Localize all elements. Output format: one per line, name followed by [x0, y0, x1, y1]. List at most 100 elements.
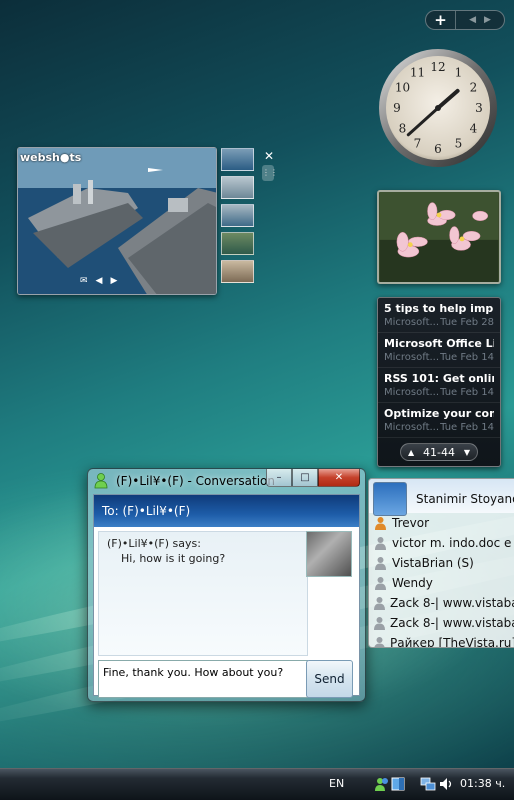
sidebar-tray-icon[interactable]: [390, 776, 406, 792]
feed-source: Microsoft...: [384, 387, 440, 398]
feed-date: Tue Feb 28: [440, 317, 494, 328]
triangle-right-icon[interactable]: ▶: [484, 15, 491, 25]
clock-numeral: 9: [393, 101, 401, 115]
my-status-header[interactable]: Stanimir Stoyanov: [369, 479, 514, 516]
clock-numeral: 2: [470, 81, 478, 95]
plus-icon[interactable]: +: [426, 11, 456, 29]
clock-gadget[interactable]: 12 12 3 45678 9 1011: [377, 47, 499, 169]
contact-item[interactable]: Райкер [TheVista.ru]: [369, 633, 514, 648]
contact-item[interactable]: victor m. indo.doc e: [369, 533, 514, 553]
contact-item[interactable]: Trevor: [369, 513, 514, 533]
triangle-left-icon[interactable]: ◀: [469, 15, 476, 25]
contact-display-picture[interactable]: [306, 531, 352, 577]
contact-rows: Trevor victor m. indo.doc e VistaBrian (S)…: [369, 513, 514, 648]
thumbnail[interactable]: [221, 148, 254, 171]
feed-title: Optimize your comp...: [384, 407, 494, 420]
taskbar: EN 01:38 ч.: [0, 768, 514, 800]
sidebar-nav: ◀ ▶: [456, 15, 504, 25]
triangle-up-icon[interactable]: ▲: [408, 448, 414, 457]
triangle-down-icon[interactable]: ▼: [464, 448, 470, 457]
thumbnail[interactable]: [221, 204, 254, 227]
next-icon[interactable]: ▶: [110, 276, 117, 286]
feed-source: Microsoft...: [384, 317, 440, 328]
minimize-button[interactable]: –: [266, 469, 292, 487]
contact-status-icon: [373, 636, 386, 647]
messenger-tray-icon[interactable]: [374, 776, 390, 792]
avatar[interactable]: [373, 482, 407, 516]
clock-numeral: 11: [410, 66, 425, 80]
feed-date: Tue Feb 14: [440, 387, 494, 398]
contact-name: Wendy: [392, 576, 433, 590]
contact-name: Райкер [TheVista.ru]: [390, 636, 514, 648]
conversation-body: To: (F)•Lil¥•(F) (F)•Lil¥•(F) says: Hi, …: [93, 494, 360, 698]
desktop: { "sidebar": { "add_gadget_icon": "plus-…: [0, 0, 514, 800]
clock-numeral: 10: [395, 81, 410, 95]
contact-name: Zack 8-| www.vistaba: [390, 616, 514, 630]
close-icon[interactable]: ✕: [262, 149, 276, 163]
volume-icon[interactable]: [438, 776, 454, 792]
feed-title: Microsoft Office Live...: [384, 337, 494, 350]
webshots-thumbnails: [221, 148, 254, 288]
contact-name: victor m. indo.doc e: [392, 536, 512, 550]
previous-icon[interactable]: ◀: [96, 276, 103, 286]
maximize-button[interactable]: □: [292, 469, 318, 487]
contact-list-window: Stanimir Stoyanov Trevor victor m. indo.d…: [368, 478, 514, 648]
messenger-buddy-icon: [94, 473, 108, 489]
feed-range: 41-44: [423, 445, 455, 459]
clock-numeral: 4: [470, 122, 478, 136]
contact-item[interactable]: Zack 8-| www.vistaba: [369, 613, 514, 633]
contact-name: Trevor: [392, 516, 429, 530]
mail-icon[interactable]: ✉: [80, 276, 88, 286]
clock-numeral: 3: [475, 101, 483, 115]
contact-item[interactable]: VistaBrian (S): [369, 553, 514, 573]
language-indicator[interactable]: EN: [329, 777, 344, 790]
contact-item[interactable]: Wendy: [369, 573, 514, 593]
taskbar-clock[interactable]: 01:38 ч.: [460, 777, 505, 790]
clock-numeral: 12: [430, 60, 445, 74]
slideshow-gadget[interactable]: [377, 190, 501, 284]
feed-source: Microsoft...: [384, 422, 440, 433]
window-buttons: – □ ✕: [266, 469, 360, 487]
to-bar: To: (F)•Lil¥•(F): [94, 495, 359, 527]
feed-item[interactable]: RSS 101: Get online ... Microsoft...Tue …: [378, 368, 500, 403]
contact-status-icon: [373, 576, 388, 591]
thumbnail[interactable]: [221, 260, 254, 283]
clock-numeral: 7: [414, 137, 422, 151]
window-title: (F)•Lil¥•(F) - Conversation: [116, 474, 275, 488]
message-text: Hi, how is it going?: [121, 552, 226, 565]
close-button[interactable]: ✕: [318, 469, 360, 487]
contact-name: VistaBrian (S): [392, 556, 474, 570]
drag-handle-icon[interactable]: ⋮⋮: [262, 165, 278, 181]
clock-numeral: 1: [455, 66, 463, 80]
feed-source: Microsoft...: [384, 352, 440, 363]
clock-numeral: 6: [434, 142, 442, 156]
webshots-controls: ✉ ◀ ▶: [80, 276, 117, 286]
feed-item[interactable]: Microsoft Office Live... Microsoft...Tue…: [378, 333, 500, 368]
feed-item[interactable]: 5 tips to help improv... Microsoft...Tue…: [378, 298, 500, 333]
clock-numeral: 8: [399, 122, 407, 136]
network-tray-icon[interactable]: [420, 776, 436, 792]
contact-item[interactable]: Zack 8-| www.vistaba: [369, 593, 514, 613]
contact-status-icon: [373, 616, 386, 631]
message-input[interactable]: Fine, thank you. How about you?: [98, 660, 308, 698]
contact-status-icon: [373, 596, 386, 611]
feed-headlines-gadget: 5 tips to help improv... Microsoft...Tue…: [377, 297, 501, 467]
send-button[interactable]: Send: [306, 660, 353, 698]
sidebar-controls: + ◀ ▶: [425, 10, 505, 30]
feed-title: RSS 101: Get online ...: [384, 372, 494, 385]
contact-status-icon: [373, 556, 388, 571]
webshots-gadget[interactable]: websh●ts ✉ ◀ ▶: [17, 147, 217, 295]
feed-date: Tue Feb 14: [440, 352, 494, 363]
webshots-logo: websh●ts: [20, 151, 82, 164]
thumbnail[interactable]: [221, 176, 254, 199]
message-sender: (F)•Lil¥•(F) says:: [107, 537, 201, 550]
feed-item[interactable]: Optimize your comp... Microsoft...Tue Fe…: [378, 403, 500, 438]
thumbnail[interactable]: [221, 232, 254, 255]
feed-title: 5 tips to help improv...: [384, 302, 494, 315]
feed-pager: ▲ 41-44 ▼: [400, 443, 478, 461]
message-history[interactable]: (F)•Lil¥•(F) says: Hi, how is it going?: [98, 531, 308, 656]
webshots-photo: [18, 148, 216, 294]
feed-date: Tue Feb 14: [440, 422, 494, 433]
my-display-name: Stanimir Stoyanov: [416, 492, 514, 506]
conversation-window: (F)•Lil¥•(F) - Conversation – □ ✕ To: (F…: [87, 468, 366, 702]
